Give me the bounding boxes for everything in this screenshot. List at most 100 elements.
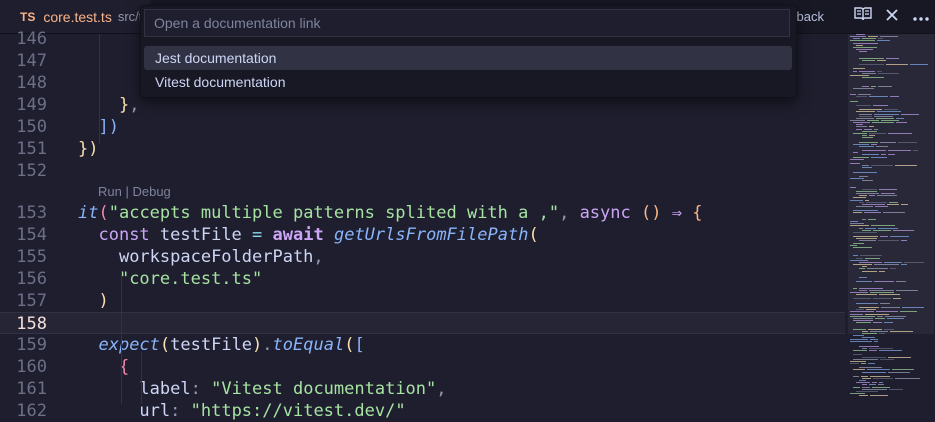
minimap-code-line: [850, 244, 857, 246]
code-line[interactable]: 153 it("accepts multiple patterns splited…: [0, 202, 845, 224]
minimap-code-line: [879, 382, 883, 384]
minimap-code-line: [859, 201, 864, 203]
minimap-code-line: [862, 167, 872, 169]
more-actions-icon[interactable]: [906, 7, 935, 27]
minimap-code-line: [878, 227, 898, 229]
code-line[interactable]: 156 "core.test.ts": [0, 268, 845, 290]
typescript-icon: TS: [20, 9, 36, 24]
code-token: "https://vitest.dev/": [190, 401, 406, 421]
minimap-code-line: [889, 388, 903, 390]
code-line[interactable]: 152: [0, 160, 845, 182]
code-token: await: [272, 225, 324, 245]
minimap-code-line: [872, 386, 890, 388]
minimap-code-line: [864, 212, 881, 214]
code-line[interactable]: 151}): [0, 138, 845, 160]
minimap-code-line: [853, 287, 857, 289]
code-line[interactable]: 150 ]): [0, 116, 845, 138]
line-number: 161: [16, 379, 47, 399]
minimap-code-line: [862, 188, 877, 190]
minimap-code-line: [888, 150, 911, 152]
codelens-run[interactable]: Run: [98, 184, 122, 199]
minimap-code-line: [859, 380, 866, 382]
minimap-code-line: [859, 113, 872, 115]
codelens-debug[interactable]: Debug: [132, 184, 170, 199]
quick-pick-item[interactable]: Jest documentation: [144, 46, 792, 70]
minimap-code-line: [888, 132, 912, 134]
minimap-code-line: [850, 313, 863, 315]
current-line[interactable]: 158: [0, 312, 845, 334]
code-line[interactable]: 161 label: "Vitest documentation",: [0, 378, 845, 400]
minimap-code-line: [869, 135, 875, 137]
code-token: testFile: [170, 335, 253, 355]
open-preview-icon[interactable]: [848, 6, 877, 27]
minimap-code-line: [859, 175, 868, 177]
minimap-code-line: [862, 135, 867, 137]
action-label-partial[interactable]: lback: [794, 9, 824, 24]
minimap-code-line: [865, 227, 876, 229]
code-line[interactable]: 160 {: [0, 356, 845, 378]
minimap-code-line: [859, 276, 867, 278]
line-number: 159: [16, 335, 47, 355]
minimap-code-line: [877, 70, 882, 72]
quick-pick-input[interactable]: [144, 9, 790, 37]
minimap-code-line: [875, 317, 885, 319]
code-line[interactable]: 159 expect(testFile).toEqual([: [0, 334, 845, 356]
minimap-code-line: [853, 386, 860, 388]
code-token: "accepts multiple patterns splited with …: [108, 203, 560, 223]
close-icon[interactable]: [877, 7, 906, 27]
minimap-code-line: [850, 360, 866, 362]
minimap-code-line: [862, 59, 875, 61]
tab-path: src/t: [117, 9, 143, 24]
code-line[interactable]: 154 const testFile = await getUrlsFromFi…: [0, 224, 845, 246]
minimap-code-line: [889, 201, 898, 203]
minimap-code-line: [895, 165, 917, 167]
minimap-code-line: [862, 85, 869, 87]
minimap-code-line: [859, 261, 882, 263]
line-code: }): [78, 138, 98, 160]
code-line[interactable]: 162 url: "https://vitest.dev/": [0, 400, 845, 422]
minimap-code-line: [853, 68, 865, 70]
code-token: }): [78, 139, 99, 159]
minimap-code-line: [853, 335, 864, 336]
code-token: :: [190, 379, 212, 399]
minimap-code-line: [856, 390, 878, 392]
line-number: 153: [16, 203, 47, 223]
minimap-code-line: [862, 165, 869, 167]
minimap-code-line: [853, 236, 878, 238]
minimap-code-line: [868, 218, 876, 220]
minimap-code-line: [881, 120, 899, 121]
tab-filename: core.test.ts: [43, 8, 112, 25]
minimap[interactable]: [850, 34, 932, 404]
minimap-code-line: [862, 203, 885, 205]
code-token: :: [170, 401, 191, 421]
minimap-code-line: [856, 322, 871, 324]
minimap-code-line: [878, 85, 892, 87]
indent-guide: [121, 272, 122, 404]
minimap-code-line: [853, 42, 878, 44]
minimap-code-line: [866, 309, 876, 311]
minimap-code-line: [874, 115, 893, 117]
minimap-code-line: [872, 382, 877, 384]
minimap-code-line: [860, 255, 882, 257]
minimap-code-line: [870, 339, 878, 341]
code-line[interactable]: 157 ): [0, 290, 845, 312]
quick-pick-item[interactable]: Vitest documentation: [144, 70, 792, 94]
minimap-code-line: [862, 38, 876, 40]
code-line[interactable]: 155 workspaceFolderPath,: [0, 246, 845, 268]
minimap-code-line: [880, 358, 894, 360]
line-number: 148: [16, 73, 47, 93]
minimap-code-line: [850, 36, 866, 38]
minimap-code-line: [879, 294, 900, 296]
minimap-code-line: [869, 132, 886, 134]
minimap-code-line: [862, 330, 868, 332]
minimap-code-line: [910, 64, 928, 66]
minimap-code-line: [888, 154, 895, 156]
minimap-code-line: [886, 64, 908, 66]
minimap-code-line: [874, 281, 894, 283]
minimap-code-line: [859, 115, 872, 117]
